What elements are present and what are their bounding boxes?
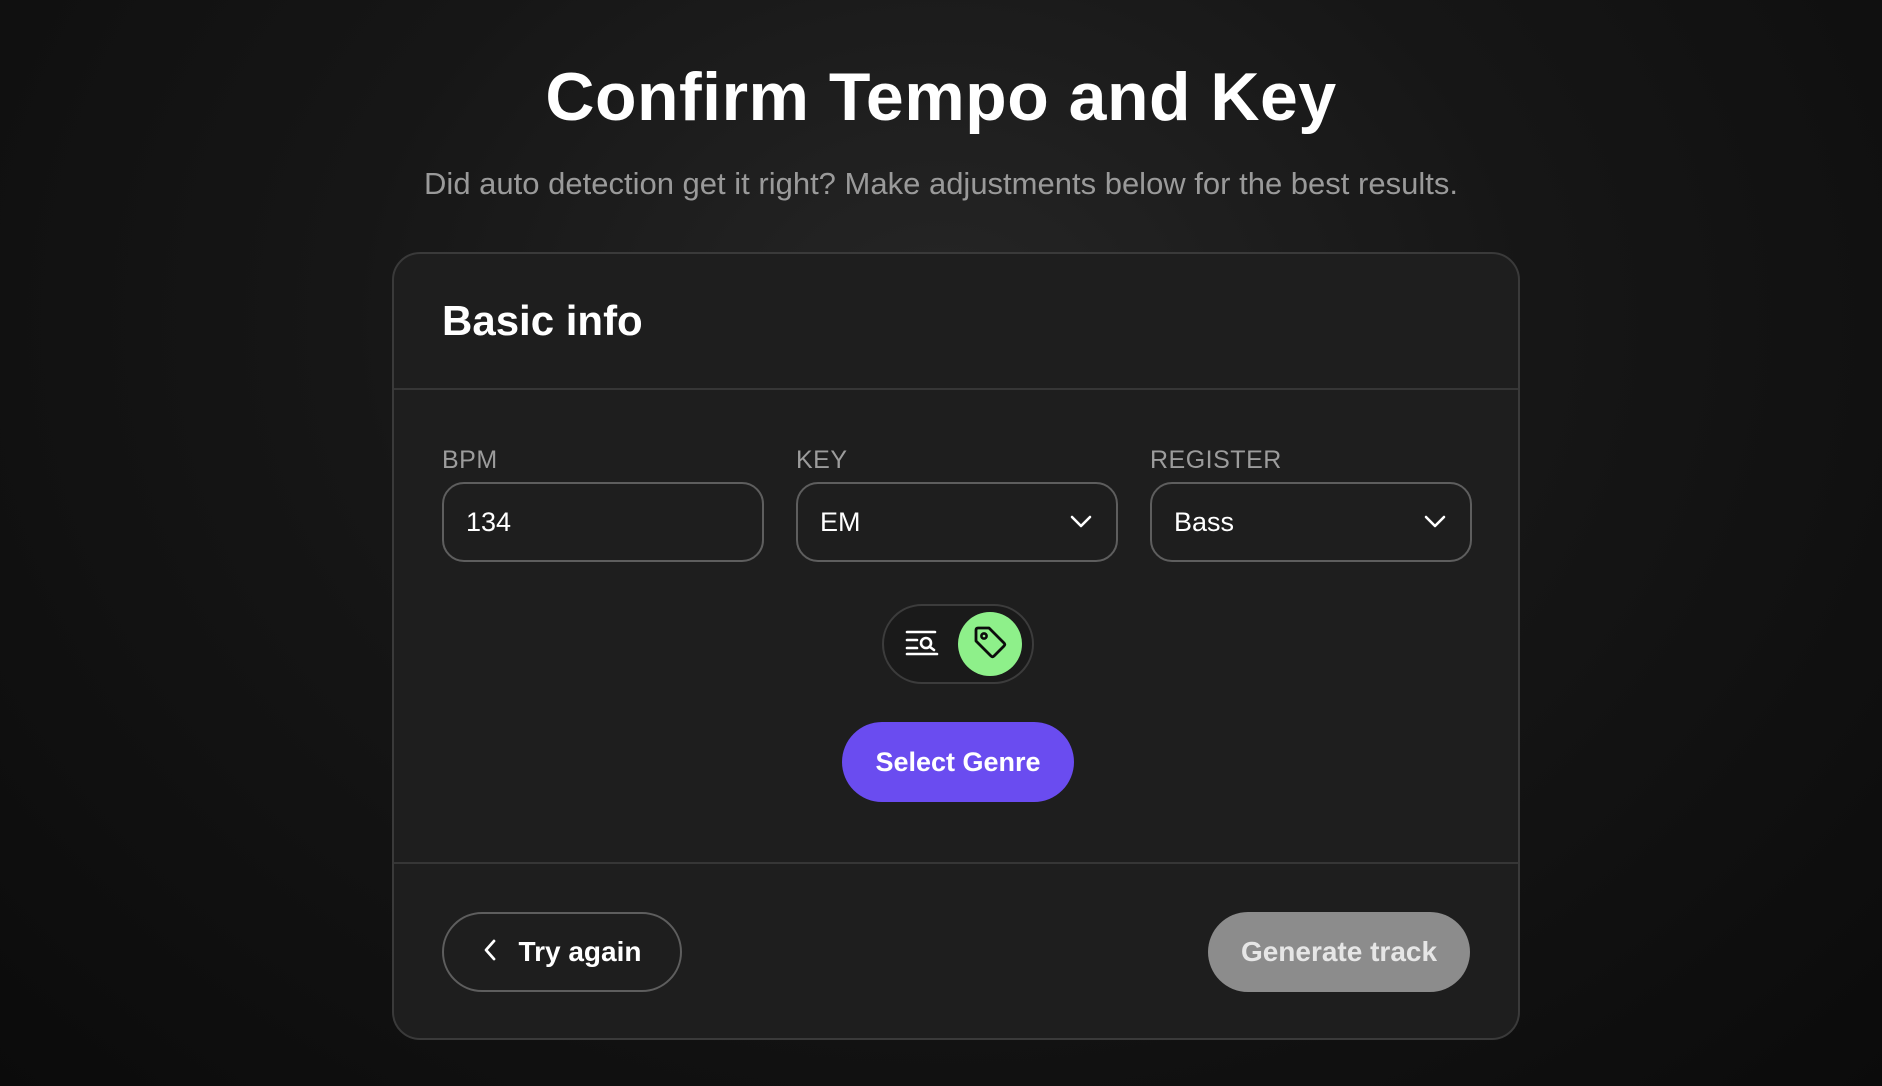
list-search-icon [905, 628, 939, 661]
card-body: BPM KEY EM REGISTER Bass [394, 390, 1518, 864]
basic-info-card: Basic info BPM KEY EM REGISTER Bass [392, 252, 1520, 1040]
bpm-input[interactable] [466, 506, 740, 538]
view-mode-toggle [882, 604, 1034, 684]
register-label: REGISTER [1150, 446, 1282, 474]
try-again-button[interactable]: Try again [442, 912, 682, 992]
chevron-down-icon [1422, 509, 1448, 535]
card-title: Basic info [442, 297, 643, 344]
select-genre-button[interactable]: Select Genre [842, 722, 1074, 802]
bpm-input-box[interactable] [442, 482, 764, 562]
register-select-value: Bass [1174, 506, 1235, 537]
generate-track-button[interactable]: Generate track [1208, 912, 1470, 992]
bpm-field-group: BPM [442, 444, 764, 562]
page-title: Confirm Tempo and Key [545, 59, 1337, 135]
try-again-label: Try again [518, 936, 642, 967]
key-label: KEY [796, 446, 848, 474]
register-field-group: REGISTER Bass [1150, 444, 1472, 562]
card-header: Basic info [394, 254, 1518, 390]
key-select[interactable]: EM [796, 482, 1118, 562]
chevron-down-icon [1068, 509, 1094, 535]
register-select[interactable]: Bass [1150, 482, 1472, 562]
bpm-label: BPM [442, 446, 498, 474]
list-search-toggle[interactable] [890, 612, 954, 676]
card-footer: Try again Generate track [394, 864, 1518, 1040]
chevron-left-icon [483, 936, 497, 968]
tag-icon [972, 624, 1008, 665]
page-subtitle: Did auto detection get it right? Make ad… [424, 166, 1458, 201]
tag-toggle[interactable] [958, 612, 1022, 676]
key-select-value: EM [820, 506, 861, 537]
key-field-group: KEY EM [796, 444, 1118, 562]
